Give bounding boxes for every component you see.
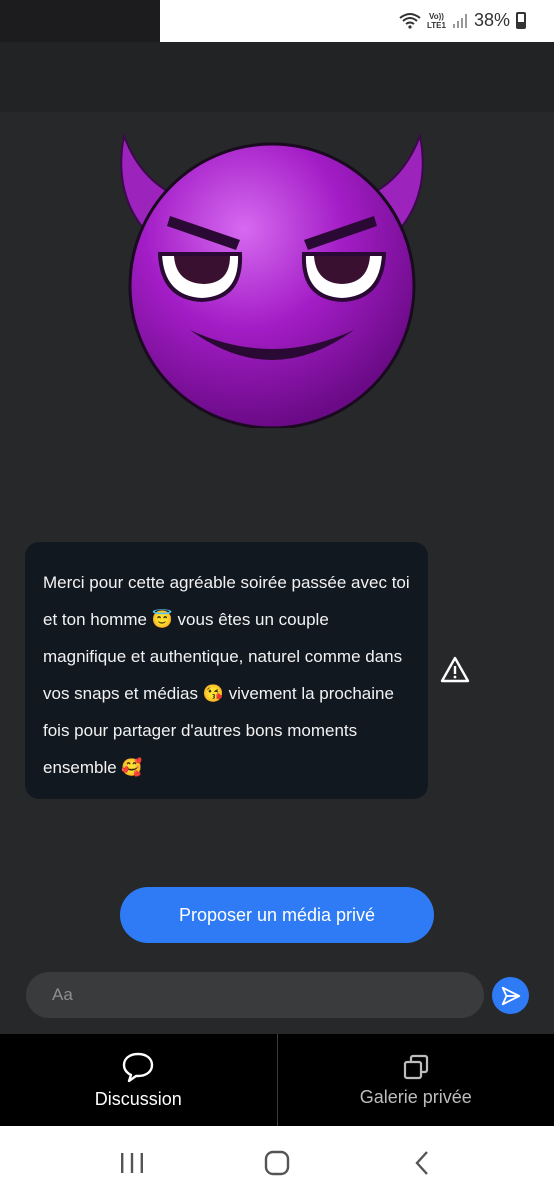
message-input-placeholder: Aa xyxy=(52,985,73,1004)
propose-private-media-button[interactable]: Proposer un média privé xyxy=(120,887,434,943)
propose-private-media-label: Proposer un média privé xyxy=(178,904,376,925)
battery-icon xyxy=(516,12,526,29)
volte-label: Vo)) xyxy=(429,11,444,21)
volte-indicator: Vo)) LTE1 xyxy=(427,12,446,30)
message-text: Merci pour cette agréable soirée passée … xyxy=(43,573,410,777)
home-button[interactable] xyxy=(257,1143,297,1183)
battery-percent: 38% xyxy=(473,10,510,30)
status-bar: Vo)) LTE1 38% xyxy=(0,0,554,42)
status-icons: Vo)) LTE1 38% xyxy=(399,10,526,31)
back-icon xyxy=(415,1151,428,1175)
message-bubble: Merci pour cette agréable soirée passée … xyxy=(25,542,428,799)
system-nav-bar xyxy=(0,1126,554,1200)
tab-private-gallery[interactable]: Galerie privée xyxy=(276,1034,554,1126)
tab-private-gallery-label: Galerie privée xyxy=(359,1086,472,1107)
redacted-area xyxy=(0,0,160,42)
chat-bubble-icon xyxy=(123,1052,154,1082)
message-input[interactable]: Aa xyxy=(26,972,484,1018)
home-icon xyxy=(264,1150,290,1176)
send-button[interactable] xyxy=(492,977,529,1014)
network-label: LTE1 xyxy=(427,20,446,30)
recent-apps-icon xyxy=(121,1153,144,1173)
redacted-header xyxy=(0,42,554,112)
tab-discussion[interactable]: Discussion xyxy=(0,1034,277,1126)
gallery-icon xyxy=(403,1054,428,1079)
bottom-tab-bar: Discussion Galerie privée xyxy=(0,1034,554,1126)
back-button[interactable] xyxy=(402,1143,442,1183)
signal-icon xyxy=(452,13,467,28)
devil-emoji-sticker xyxy=(120,132,424,428)
report-warning-icon[interactable] xyxy=(440,655,470,685)
recent-apps-button[interactable] xyxy=(112,1143,152,1183)
tab-discussion-label: Discussion xyxy=(94,1088,182,1109)
wifi-icon xyxy=(399,12,421,29)
send-icon xyxy=(501,986,520,1005)
